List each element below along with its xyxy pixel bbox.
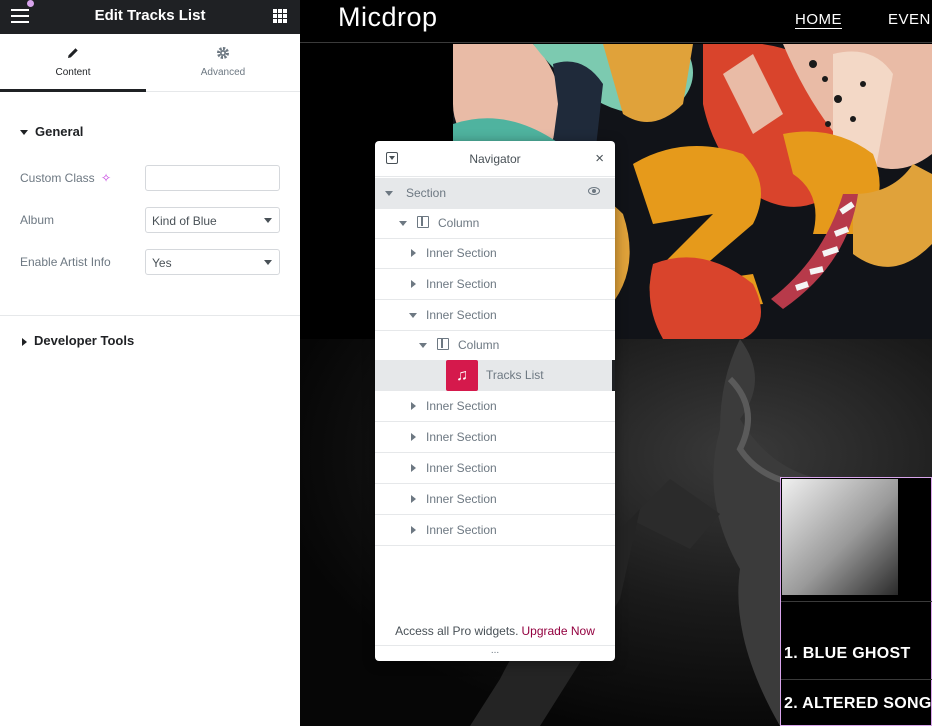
navigator-item-label: Inner Section bbox=[426, 461, 497, 475]
column-icon bbox=[437, 338, 449, 350]
section-general-toggle[interactable]: General bbox=[20, 124, 83, 139]
artist-info-select-value: Yes bbox=[152, 256, 172, 270]
enable-artist-info-label: Enable Artist Info bbox=[20, 255, 111, 269]
menu-home[interactable]: HOME bbox=[795, 11, 842, 28]
notification-dot bbox=[27, 0, 34, 7]
navigator-item-label: Inner Section bbox=[426, 492, 497, 506]
navigator-item-label: Inner Section bbox=[426, 523, 497, 537]
navigator-item-label: Tracks List bbox=[486, 368, 544, 382]
navigator-item-label: Column bbox=[458, 338, 500, 352]
caret-right-icon[interactable] bbox=[411, 495, 416, 503]
pro-widgets-text: Access all Pro widgets. bbox=[395, 624, 519, 638]
panel-header: Edit Tracks List bbox=[0, 0, 300, 34]
editor-panel: Edit Tracks List Content Advanced Genera… bbox=[0, 0, 300, 726]
caret-down-icon[interactable] bbox=[409, 313, 417, 318]
caret-right-icon bbox=[22, 337, 27, 346]
track-item[interactable]: 2. ALTERED SONG bbox=[784, 695, 932, 713]
caret-right-icon[interactable] bbox=[411, 280, 416, 288]
visibility-eye-icon[interactable] bbox=[588, 187, 600, 195]
caret-right-icon[interactable] bbox=[411, 464, 416, 472]
custom-class-input[interactable] bbox=[145, 165, 280, 191]
resize-handle[interactable]: ... bbox=[375, 645, 615, 661]
enable-artist-info-select[interactable]: Yes bbox=[145, 249, 280, 275]
navigator-item-label: Inner Section bbox=[426, 277, 497, 291]
navigator-item-inner[interactable]: Inner Section bbox=[375, 515, 615, 546]
tab-advanced-label: Advanced bbox=[200, 67, 246, 78]
close-icon[interactable]: × bbox=[595, 150, 604, 167]
caret-down-icon bbox=[20, 130, 28, 136]
gear-icon bbox=[217, 47, 229, 59]
section-developer-tools-toggle[interactable]: Developer Tools bbox=[22, 333, 134, 348]
tab-content-label: Content bbox=[55, 67, 91, 78]
pencil-icon bbox=[68, 48, 78, 58]
navigator-header[interactable]: Navigator × bbox=[375, 141, 615, 177]
navigator-title: Navigator bbox=[469, 152, 521, 166]
navigator-item-label: Inner Section bbox=[426, 246, 497, 260]
divider bbox=[781, 601, 932, 602]
album-label: Album bbox=[20, 213, 55, 227]
menu-events[interactable]: EVEN bbox=[888, 11, 931, 28]
navigator-item-column[interactable]: Column bbox=[375, 208, 615, 239]
album-select[interactable]: Kind of Blue bbox=[145, 207, 280, 233]
navigator-item-inner[interactable]: Inner Section bbox=[375, 300, 615, 331]
section-general-label: General bbox=[35, 124, 84, 139]
navigator-item-label: Inner Section bbox=[426, 308, 497, 322]
tracks-list-widget-icon: ♫ bbox=[446, 360, 478, 391]
navigator-item-inner[interactable]: Inner Section bbox=[375, 269, 615, 300]
navigator-item-inner[interactable]: Inner Section bbox=[375, 484, 615, 515]
navigator-item-column[interactable]: Column bbox=[375, 330, 615, 361]
navigator-item-inner[interactable]: Inner Section bbox=[375, 391, 615, 422]
caret-down-icon[interactable] bbox=[385, 191, 393, 196]
column-icon bbox=[417, 216, 429, 228]
custom-class-label: Custom Class ✧ bbox=[20, 171, 112, 185]
tab-advanced[interactable]: Advanced bbox=[150, 34, 296, 92]
caret-down-icon[interactable] bbox=[419, 343, 427, 348]
album-cover-image bbox=[782, 479, 898, 595]
panel-title: Edit Tracks List bbox=[94, 7, 206, 24]
section-developer-label: Developer Tools bbox=[34, 333, 135, 348]
navigator-footer: Access all Pro widgets. Upgrade Now bbox=[375, 624, 615, 638]
caret-right-icon[interactable] bbox=[411, 526, 416, 534]
widgets-grid-icon[interactable] bbox=[273, 9, 287, 23]
tab-content[interactable]: Content bbox=[0, 34, 146, 92]
navigator-item-inner[interactable]: Inner Section bbox=[375, 422, 615, 453]
navigator-panel[interactable]: Navigator × Section Column Inner Section In… bbox=[375, 141, 615, 661]
navigator-item-widget[interactable]: ♫ Tracks List bbox=[375, 360, 615, 391]
caret-right-icon[interactable] bbox=[411, 249, 416, 257]
album-select-value: Kind of Blue bbox=[152, 214, 217, 228]
navigator-item-label: Inner Section bbox=[426, 430, 497, 444]
panel-tabs: Content Advanced bbox=[0, 34, 300, 92]
navigator-item-label: Inner Section bbox=[426, 399, 497, 413]
site-logo[interactable]: Micdrop bbox=[338, 2, 438, 33]
selection-indicator bbox=[612, 360, 615, 391]
site-header: Micdrop HOME EVEN bbox=[300, 0, 932, 43]
upgrade-now-link[interactable]: Upgrade Now bbox=[522, 624, 595, 638]
divider bbox=[781, 679, 932, 680]
navigator-item-inner[interactable]: Inner Section bbox=[375, 453, 615, 484]
track-item[interactable]: 1. BLUE GHOST bbox=[784, 645, 911, 663]
chevron-down-icon bbox=[264, 260, 272, 265]
chevron-down-icon bbox=[264, 218, 272, 223]
caret-down-icon[interactable] bbox=[399, 221, 407, 226]
navigator-item-inner[interactable]: Inner Section bbox=[375, 238, 615, 269]
navigator-item-section[interactable]: Section bbox=[375, 178, 615, 209]
divider bbox=[0, 315, 300, 316]
ai-sparkle-icon[interactable]: ✧ bbox=[101, 171, 111, 185]
navigator-item-label: Column bbox=[438, 216, 480, 230]
caret-right-icon[interactable] bbox=[411, 402, 416, 410]
tracks-list-widget[interactable]: 1. BLUE GHOST 2. ALTERED SONG bbox=[780, 477, 932, 726]
caret-right-icon[interactable] bbox=[411, 433, 416, 441]
navigator-item-label: Section bbox=[406, 186, 447, 200]
